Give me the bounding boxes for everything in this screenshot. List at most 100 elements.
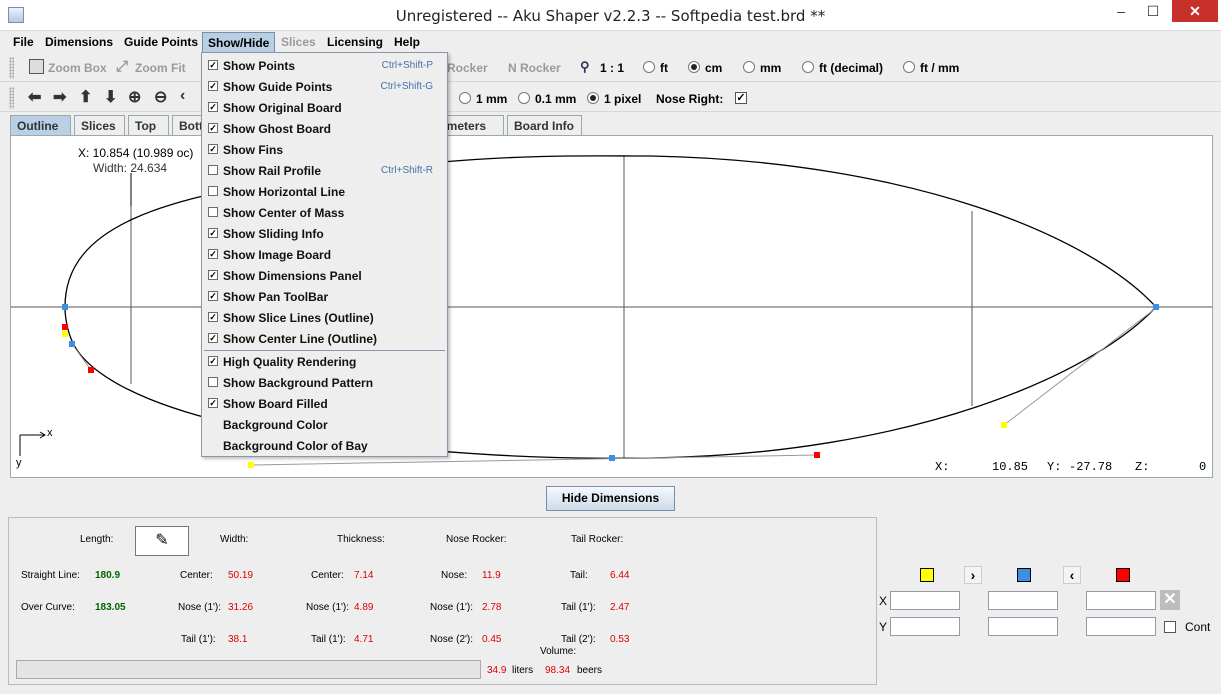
red-y-input[interactable] xyxy=(1086,617,1156,636)
zoom-toolbar: Zoom Box ⤢ Zoom Fit Rocker N Rocker ⚲ 1 … xyxy=(0,53,1221,82)
menu-item-show-horizontal-line[interactable]: Show Horizontal Line xyxy=(202,181,447,202)
unit-ft-decimal-radio[interactable] xyxy=(802,61,814,73)
tab-slices[interactable]: Slices xyxy=(74,115,125,135)
menu-guide-points[interactable]: Guide Points xyxy=(124,35,198,49)
zoom-out-icon[interactable]: ⊖ xyxy=(154,87,167,107)
pan-up-icon[interactable]: ⬆ xyxy=(79,87,92,107)
menu-item-show-points[interactable]: ✓ Show Points Ctrl+Shift-P xyxy=(202,55,447,76)
scale-button[interactable]: 1 : 1 xyxy=(600,61,624,75)
menu-item-show-image-board[interactable]: ✓ Show Image Board xyxy=(202,244,447,265)
guide-handle-nose xyxy=(71,343,92,371)
pan-right-icon[interactable]: ➡ xyxy=(53,87,66,107)
menu-item-high-quality-rendering[interactable]: ✓ High Quality Rendering xyxy=(202,351,447,372)
unit-ft-radio[interactable] xyxy=(643,61,655,73)
outline-canvas[interactable]: X: 10.854 (10.989 oc) Width: 24.634 x y … xyxy=(10,135,1213,478)
zoom-box-button[interactable]: Zoom Box xyxy=(48,61,107,75)
menu-item-show-guide-points[interactable]: ✓ Show Guide Points Ctrl+Shift-G xyxy=(202,76,447,97)
menu-licensing[interactable]: Licensing xyxy=(327,35,383,49)
axis-y-label: y xyxy=(16,457,22,469)
precision-1pixel-radio[interactable] xyxy=(587,92,599,104)
edit-length-button[interactable]: ✎ xyxy=(135,526,189,556)
menu-item-show-center-line[interactable]: ✓ Show Center Line (Outline) xyxy=(202,328,447,349)
y-field-label: Y xyxy=(879,620,888,634)
tab-board-info[interactable]: Board Info xyxy=(507,115,582,135)
menu-item-show-sliding-info[interactable]: ✓ Show Sliding Info xyxy=(202,223,447,244)
red-guide-point-swatch[interactable] xyxy=(1116,568,1130,582)
tail-rocker-tail2-value: 0.53 xyxy=(610,634,630,645)
next-point-button[interactable]: › xyxy=(964,566,982,584)
unit-mm-radio[interactable] xyxy=(743,61,755,73)
toolbar-grip[interactable] xyxy=(9,87,14,109)
maximize-button[interactable]: ☐ xyxy=(1138,0,1168,22)
rocker-button[interactable]: Rocker xyxy=(447,61,488,75)
unit-ft-mm-radio[interactable] xyxy=(903,61,915,73)
unit-cm-radio[interactable] xyxy=(688,61,700,73)
menu-item-show-original-board[interactable]: ✓ Show Original Board xyxy=(202,97,447,118)
tab-top[interactable]: Top xyxy=(128,115,169,135)
menu-item-show-dimensions-panel[interactable]: ✓ Show Dimensions Panel xyxy=(202,265,447,286)
delete-point-button[interactable]: ✕ xyxy=(1160,590,1180,610)
menu-slices[interactable]: Slices xyxy=(281,35,316,49)
menu-item-background-color[interactable]: Background Color xyxy=(202,414,447,435)
nose-rocker-nose2-label: Nose (2'): xyxy=(430,634,474,645)
blue-control-point-swatch[interactable] xyxy=(1017,568,1031,582)
yellow-y-input[interactable] xyxy=(890,617,960,636)
thickness-label: Thickness: xyxy=(337,534,385,545)
menu-item-show-slice-lines[interactable]: ✓ Show Slice Lines (Outline) xyxy=(202,307,447,328)
over-curve-label: Over Curve: xyxy=(21,602,75,613)
minimize-button[interactable]: – xyxy=(1106,0,1136,22)
yellow-x-input[interactable] xyxy=(890,591,960,610)
menu-file[interactable]: File xyxy=(13,35,34,49)
yellow-guide-point-swatch[interactable] xyxy=(920,568,934,582)
zoom-in-icon[interactable]: ⊕ xyxy=(128,87,141,107)
precision-01mm-radio[interactable] xyxy=(518,92,530,104)
thickness-center-value: 7.14 xyxy=(354,570,374,581)
menu-item-background-color-of-bay[interactable]: Background Color of Bay xyxy=(202,435,447,456)
thickness-nose1-value: 4.89 xyxy=(354,602,374,613)
toolbar-grip[interactable] xyxy=(9,57,14,79)
hide-dimensions-button[interactable]: Hide Dimensions xyxy=(546,486,675,511)
close-icon: ✕ xyxy=(1163,591,1177,608)
blue-x-input[interactable] xyxy=(988,591,1058,610)
menu-item-show-center-of-mass[interactable]: Show Center of Mass xyxy=(202,202,447,223)
checkbox-icon: ✓ xyxy=(208,291,218,301)
menu-item-show-board-filled[interactable]: ✓ Show Board Filled xyxy=(202,393,447,414)
menu-item-show-rail-profile[interactable]: Show Rail Profile Ctrl+Shift-R xyxy=(202,160,447,181)
straight-line-label: Straight Line: xyxy=(21,570,80,581)
cont-label: Cont xyxy=(1185,620,1211,634)
nose-right-checkbox[interactable]: ✓ xyxy=(735,92,747,104)
red-x-input[interactable] xyxy=(1086,591,1156,610)
continuous-checkbox[interactable] xyxy=(1164,621,1176,633)
menu-help[interactable]: Help xyxy=(394,35,420,49)
previous-point-button[interactable]: ‹ xyxy=(1063,566,1081,584)
straight-line-value: 180.9 xyxy=(95,570,121,581)
menu-item-show-pan-toolbar[interactable]: ✓ Show Pan ToolBar xyxy=(202,286,447,307)
pan-left-icon[interactable]: ⬅ xyxy=(28,87,41,107)
control-point xyxy=(1153,304,1159,310)
tail-rocker-tail1-value: 2.47 xyxy=(610,602,630,613)
zoom-fit-icon: ⤢ xyxy=(116,58,129,75)
checkbox-icon xyxy=(208,165,218,175)
title-bar: Unregistered -- Aku Shaper v2.2.3 -- Sof… xyxy=(0,0,1221,31)
thickness-center-label: Center: xyxy=(311,570,344,581)
n-rocker-button[interactable]: N Rocker xyxy=(508,61,561,75)
pan-down-icon[interactable]: ⬇ xyxy=(104,87,117,107)
menu-dimensions[interactable]: Dimensions xyxy=(45,35,113,49)
menu-item-label: High Quality Rendering xyxy=(223,355,357,369)
zoom-fit-button[interactable]: Zoom Fit xyxy=(135,61,186,75)
menu-item-show-fins[interactable]: ✓ Show Fins xyxy=(202,139,447,160)
rotate-left-icon[interactable]: ‹ xyxy=(180,87,185,105)
precision-1mm-radio[interactable] xyxy=(459,92,471,104)
menu-item-label: Show Background Pattern xyxy=(223,376,374,390)
guide-point xyxy=(1001,422,1007,428)
blue-y-input[interactable] xyxy=(988,617,1058,636)
tab-outline[interactable]: Outline xyxy=(10,115,71,135)
menu-item-label: Show Image Board xyxy=(223,248,332,262)
guide-point xyxy=(248,462,254,468)
menu-show-hide[interactable]: Show/Hide xyxy=(202,32,276,53)
menu-item-show-ghost-board[interactable]: ✓ Show Ghost Board xyxy=(202,118,447,139)
x-readout: X: 10.854 (10.989 oc) xyxy=(78,146,194,160)
board-outline-drawing[interactable] xyxy=(11,136,1212,477)
close-button[interactable]: ✕ xyxy=(1172,0,1218,22)
menu-item-show-background-pattern[interactable]: Show Background Pattern xyxy=(202,372,447,393)
